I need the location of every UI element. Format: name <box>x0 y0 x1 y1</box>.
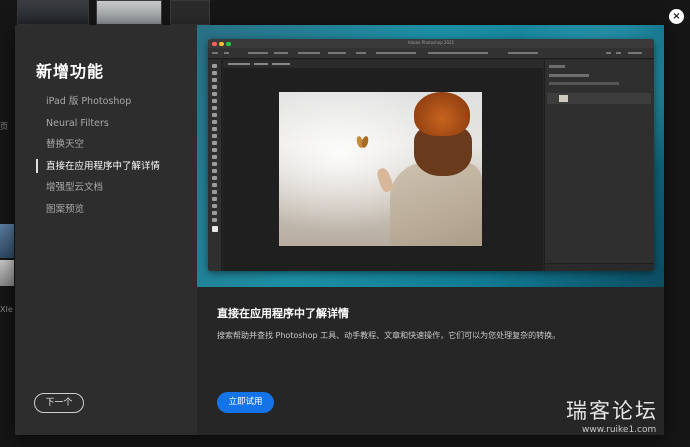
butterfly-icon <box>355 135 370 152</box>
watermark-url: www.ruike1.com <box>582 425 657 435</box>
mock-layers-panel <box>544 60 654 271</box>
background-side-text: 页 <box>0 122 8 131</box>
dialog-content: Adobe Photoshop 2021 直接在应用程序中了解详情 搜索帮助并查… <box>197 25 664 435</box>
feature-preview-image: Adobe Photoshop 2021 <box>197 25 664 287</box>
next-button[interactable]: 下一个 <box>34 393 84 413</box>
mock-titlebar: Adobe Photoshop 2021 <box>208 39 654 48</box>
watermark-text: 瑞客论坛 <box>566 399 658 423</box>
nav-item-neural-filters[interactable]: Neural Filters <box>36 118 160 140</box>
feature-headline: 直接在应用程序中了解详情 <box>217 307 349 320</box>
dialog-title: 新增功能 <box>36 62 105 81</box>
nav-item-sky-replacement[interactable]: 替换天空 <box>36 139 160 161</box>
background-thumbnail <box>17 0 89 25</box>
try-now-button[interactable]: 立即试用 <box>217 392 274 413</box>
background-side-text: XIe <box>0 305 13 314</box>
close-icon[interactable]: × <box>669 9 684 24</box>
feature-description: 搜索帮助并查找 Photoshop 工具、动手教程、文章和快速操作，它们可以为您… <box>217 331 561 340</box>
background-side-image <box>0 224 14 258</box>
background-side-image <box>0 260 14 286</box>
nav-item-learn-in-app[interactable]: 直接在应用程序中了解详情 <box>36 158 160 183</box>
whats-new-dialog: 新增功能 iPad 版 Photoshop Neural Filters 替换天… <box>15 25 664 435</box>
mock-toolbar <box>208 60 222 271</box>
mock-options-bar <box>208 48 654 59</box>
nav-item-ipad-photoshop[interactable]: iPad 版 Photoshop <box>36 96 160 118</box>
feature-nav: iPad 版 Photoshop Neural Filters 替换天空 直接在… <box>36 96 160 225</box>
background-thumbnail <box>96 0 162 25</box>
dialog-sidebar: 新增功能 iPad 版 Photoshop Neural Filters 替换天… <box>15 25 197 435</box>
mock-layer-row <box>547 93 651 104</box>
photoshop-window-mockup: Adobe Photoshop 2021 <box>208 39 654 271</box>
nav-item-cloud-documents[interactable]: 增强型云文档 <box>36 182 160 204</box>
nav-item-pattern-preview[interactable]: 图案预览 <box>36 204 160 226</box>
mock-canvas-area <box>223 68 543 271</box>
mock-document-tabs <box>224 60 544 68</box>
mock-window-title: Adobe Photoshop 2021 <box>407 40 455 45</box>
butterfly-photo <box>279 92 482 246</box>
background-thumbnail <box>170 0 210 25</box>
